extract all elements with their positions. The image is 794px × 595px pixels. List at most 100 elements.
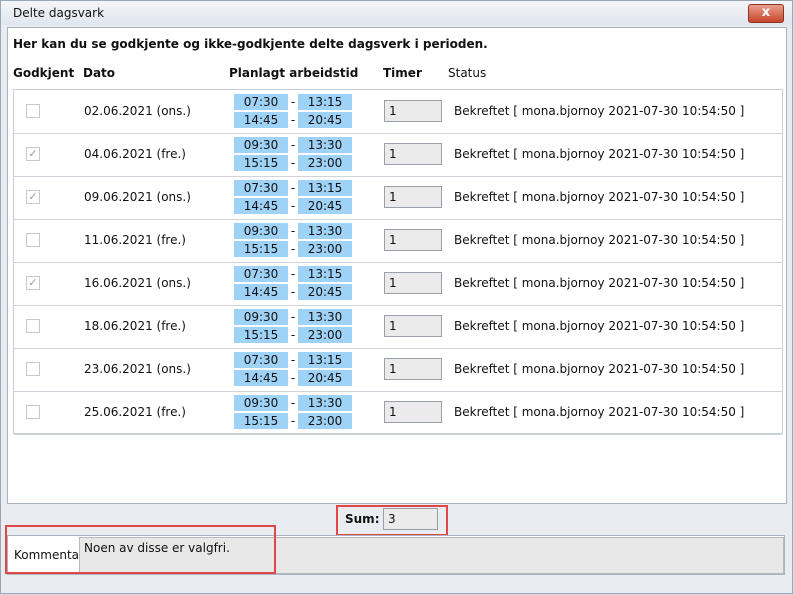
end-time-1: 13:15 bbox=[298, 352, 352, 368]
hours-field[interactable]: 1 bbox=[384, 401, 442, 423]
end-time-1: 13:15 bbox=[298, 180, 352, 196]
row-status: Bekreftet [ mona.bjornoy 2021-07-30 10:5… bbox=[454, 362, 745, 376]
approved-checkbox[interactable]: ✓ bbox=[26, 190, 40, 204]
time-separator: - bbox=[290, 285, 296, 299]
dagsverk-list: 02.06.2021 (ons.) 07:30-13:15 14:45-20:45 1… bbox=[13, 89, 783, 435]
table-row: ✓ 09.06.2021 (ons.) 07:30-13:15 14:45-20:45… bbox=[14, 176, 782, 220]
time-separator: - bbox=[290, 371, 296, 385]
intro-text: Her kan du se godkjente og ikke-godkjent… bbox=[13, 37, 488, 51]
hours-field[interactable]: 1 bbox=[384, 229, 442, 251]
row-date: 04.06.2021 (fre.) bbox=[84, 147, 186, 161]
approved-checkbox[interactable]: ✓ bbox=[26, 276, 40, 290]
row-status: Bekreftet [ mona.bjornoy 2021-07-30 10:5… bbox=[454, 104, 745, 118]
start-time-1: 09:30 bbox=[234, 137, 288, 153]
end-time-1: 13:30 bbox=[298, 309, 352, 325]
approved-checkbox[interactable] bbox=[26, 362, 40, 376]
close-icon: x bbox=[761, 5, 771, 20]
header-date: Dato bbox=[83, 66, 116, 80]
time-separator: - bbox=[290, 328, 296, 342]
end-time-2: 23:00 bbox=[298, 155, 352, 171]
start-time-1: 07:30 bbox=[234, 352, 288, 368]
hours-field[interactable]: 1 bbox=[384, 100, 442, 122]
hours-field[interactable]: 1 bbox=[384, 358, 442, 380]
title-bar[interactable]: Delte dagsvark x bbox=[1, 1, 792, 25]
end-time-1: 13:15 bbox=[298, 94, 352, 110]
sum-highlight bbox=[336, 505, 448, 536]
approved-checkbox[interactable]: ✓ bbox=[26, 147, 40, 161]
start-time-1: 09:30 bbox=[234, 309, 288, 325]
row-date: 25.06.2021 (fre.) bbox=[84, 405, 186, 419]
time-separator: - bbox=[290, 310, 296, 324]
start-time-1: 09:30 bbox=[234, 395, 288, 411]
row-date: 16.06.2021 (ons.) bbox=[84, 276, 191, 290]
row-date: 02.06.2021 (ons.) bbox=[84, 104, 191, 118]
start-time-1: 07:30 bbox=[234, 94, 288, 110]
time-separator: - bbox=[290, 199, 296, 213]
end-time-2: 20:45 bbox=[298, 112, 352, 128]
end-time-2: 23:00 bbox=[298, 413, 352, 429]
table-row: 02.06.2021 (ons.) 07:30-13:15 14:45-20:45 1… bbox=[14, 90, 782, 134]
start-time-2: 15:15 bbox=[234, 241, 288, 257]
end-time-1: 13:30 bbox=[298, 395, 352, 411]
row-date: 23.06.2021 (ons.) bbox=[84, 362, 191, 376]
end-time-1: 13:15 bbox=[298, 266, 352, 282]
header-planned: Planlagt arbeidstid bbox=[229, 66, 359, 80]
time-separator: - bbox=[290, 156, 296, 170]
row-date: 18.06.2021 (fre.) bbox=[84, 319, 186, 333]
start-time-2: 14:45 bbox=[234, 198, 288, 214]
end-time-1: 13:30 bbox=[298, 223, 352, 239]
approved-checkbox[interactable] bbox=[26, 319, 40, 333]
approved-checkbox[interactable] bbox=[26, 405, 40, 419]
close-button[interactable]: x bbox=[748, 4, 784, 23]
row-status: Bekreftet [ mona.bjornoy 2021-07-30 10:5… bbox=[454, 233, 745, 247]
header-approved: Godkjent bbox=[13, 66, 75, 80]
approved-checkbox[interactable] bbox=[26, 233, 40, 247]
row-status: Bekreftet [ mona.bjornoy 2021-07-30 10:5… bbox=[454, 147, 745, 161]
time-separator: - bbox=[290, 95, 296, 109]
start-time-2: 15:15 bbox=[234, 327, 288, 343]
row-status: Bekreftet [ mona.bjornoy 2021-07-30 10:5… bbox=[454, 190, 745, 204]
time-separator: - bbox=[290, 113, 296, 127]
start-time-2: 14:45 bbox=[234, 284, 288, 300]
time-separator: - bbox=[290, 242, 296, 256]
comment-highlight bbox=[5, 525, 276, 574]
table-row: ✓ 16.06.2021 (ons.) 07:30-13:15 14:45-20:45… bbox=[14, 262, 782, 306]
hours-field[interactable]: 1 bbox=[384, 272, 442, 294]
end-time-1: 13:30 bbox=[298, 137, 352, 153]
hours-field[interactable]: 1 bbox=[384, 143, 442, 165]
content-panel: Her kan du se godkjente og ikke-godkjent… bbox=[7, 27, 787, 504]
end-time-2: 20:45 bbox=[298, 370, 352, 386]
start-time-2: 14:45 bbox=[234, 112, 288, 128]
time-separator: - bbox=[290, 353, 296, 367]
check-icon: ✓ bbox=[28, 276, 38, 289]
time-separator: - bbox=[290, 181, 296, 195]
table-row: 11.06.2021 (fre.) 09:30-13:30 15:15-23:00 1… bbox=[14, 219, 782, 263]
end-time-2: 20:45 bbox=[298, 198, 352, 214]
end-time-2: 20:45 bbox=[298, 284, 352, 300]
row-status: Bekreftet [ mona.bjornoy 2021-07-30 10:5… bbox=[454, 276, 745, 290]
start-time-1: 09:30 bbox=[234, 223, 288, 239]
end-time-2: 23:00 bbox=[298, 327, 352, 343]
time-separator: - bbox=[290, 267, 296, 281]
hours-field[interactable]: 1 bbox=[384, 315, 442, 337]
table-row: 18.06.2021 (fre.) 09:30-13:30 15:15-23:00 1… bbox=[14, 305, 782, 349]
time-separator: - bbox=[290, 396, 296, 410]
start-time-1: 07:30 bbox=[234, 180, 288, 196]
hours-field[interactable]: 1 bbox=[384, 186, 442, 208]
table-row: 23.06.2021 (ons.) 07:30-13:15 14:45-20:45 1… bbox=[14, 348, 782, 392]
time-separator: - bbox=[290, 414, 296, 428]
window-title: Delte dagsvark bbox=[13, 6, 105, 20]
row-date: 11.06.2021 (fre.) bbox=[84, 233, 186, 247]
start-time-2: 15:15 bbox=[234, 413, 288, 429]
end-time-2: 23:00 bbox=[298, 241, 352, 257]
check-icon: ✓ bbox=[28, 147, 38, 160]
check-icon: ✓ bbox=[28, 190, 38, 203]
time-separator: - bbox=[290, 138, 296, 152]
dialog-window: Delte dagsvark x Her kan du se godkjente… bbox=[0, 0, 793, 594]
row-status: Bekreftet [ mona.bjornoy 2021-07-30 10:5… bbox=[454, 405, 745, 419]
approved-checkbox[interactable] bbox=[26, 104, 40, 118]
header-status: Status bbox=[448, 66, 487, 80]
table-row: ✓ 04.06.2021 (fre.) 09:30-13:30 15:15-23:00… bbox=[14, 133, 782, 177]
time-separator: - bbox=[290, 224, 296, 238]
row-date: 09.06.2021 (ons.) bbox=[84, 190, 191, 204]
